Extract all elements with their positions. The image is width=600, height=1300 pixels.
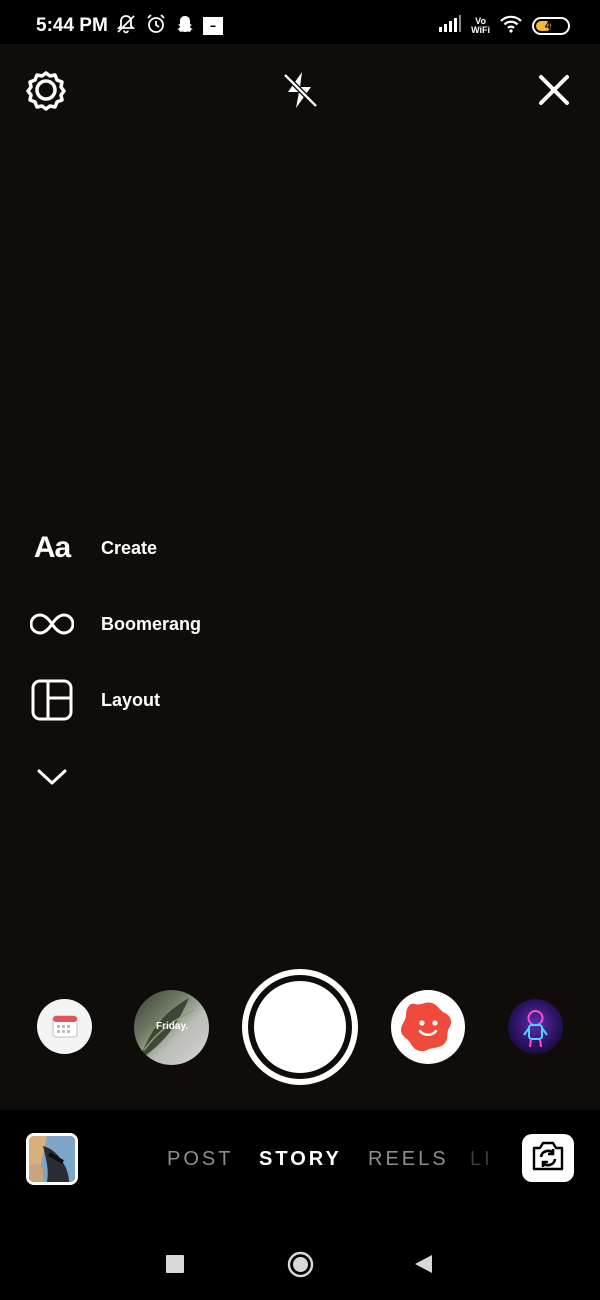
battery-level: 47	[544, 20, 558, 32]
tab-reels[interactable]: REELS	[368, 1148, 449, 1171]
tab-story[interactable]: STORY	[259, 1148, 342, 1171]
smiley-blob-icon	[401, 1002, 452, 1052]
layout-grid-icon	[28, 676, 76, 724]
friday-effect[interactable]: Friday.	[134, 990, 209, 1065]
status-bar: 5:44 PM ▬ Vo WiFi 47	[0, 0, 600, 44]
text-aa-icon: Aa	[28, 524, 76, 572]
calendar-effect[interactable]	[37, 999, 92, 1054]
capture-button[interactable]	[242, 969, 358, 1085]
layout-mode-item[interactable]: Layout	[28, 675, 288, 725]
infinity-icon	[28, 600, 76, 648]
capture-mode-tabs: POST STORY REELS LI	[0, 1148, 600, 1178]
astronaut-effect[interactable]	[508, 999, 563, 1054]
calendar-icon	[52, 1013, 78, 1044]
mute-icon	[115, 13, 137, 40]
alarm-icon	[145, 13, 167, 40]
create-mode-item[interactable]: Aa Create	[28, 523, 288, 573]
app-badge-icon: ▬	[203, 17, 223, 35]
recents-button[interactable]	[166, 1255, 184, 1273]
status-time: 5:44 PM	[36, 15, 108, 36]
wifi-icon	[499, 15, 523, 38]
vowifi-icon: Vo WiFi	[471, 17, 490, 35]
snapchat-icon	[175, 14, 195, 39]
back-triangle-icon	[415, 1255, 432, 1273]
system-nav-bar	[0, 1220, 600, 1300]
flash-toggle-button[interactable]	[278, 70, 322, 114]
layout-label: Layout	[101, 689, 161, 710]
chevron-down-icon	[28, 753, 76, 801]
expand-menu-button[interactable]	[28, 752, 288, 802]
signal-icon	[438, 14, 462, 38]
home-button[interactable]	[287, 1251, 314, 1283]
astronaut-icon	[523, 1010, 548, 1048]
boomerang-label: Boomerang	[101, 613, 202, 634]
create-label: Create	[101, 537, 158, 558]
battery-icon: 47	[532, 17, 570, 35]
flip-camera-icon	[530, 1140, 566, 1177]
close-button[interactable]	[532, 70, 576, 114]
vowifi-bottom: WiFi	[471, 25, 490, 35]
tab-live[interactable]: LI	[470, 1148, 494, 1171]
status-icons-right: Vo WiFi 47	[438, 14, 570, 38]
status-icons-left: ▬	[115, 13, 223, 40]
circle-home-icon	[287, 1251, 314, 1278]
tab-post[interactable]: POST	[167, 1148, 233, 1171]
smiley-blob-effect[interactable]	[391, 990, 465, 1064]
flash-off-icon	[279, 69, 321, 116]
flip-camera-button[interactable]	[522, 1134, 574, 1182]
back-button[interactable]	[413, 1253, 433, 1280]
capture-button-inner	[254, 981, 346, 1073]
friday-text: Friday.	[156, 1021, 189, 1032]
camera-viewfinder[interactable]	[0, 44, 600, 1110]
gear-icon	[25, 69, 67, 116]
aa-glyph: Aa	[33, 531, 71, 564]
settings-button[interactable]	[24, 70, 68, 114]
boomerang-mode-item[interactable]: Boomerang	[28, 599, 288, 649]
close-icon	[537, 73, 571, 112]
